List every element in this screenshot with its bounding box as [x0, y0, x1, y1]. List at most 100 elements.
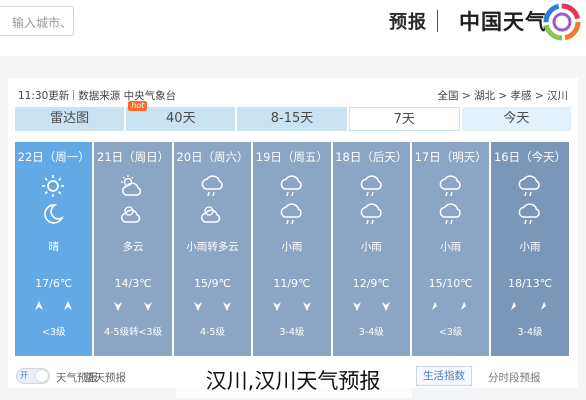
wind-arrow-icon [221, 300, 233, 314]
cloud-rain-icon [515, 202, 543, 226]
breadcrumb-item[interactable]: 汉川 [547, 90, 568, 102]
temperature-range: 17/6℃ [35, 277, 73, 290]
day-date: 19日（周五） [255, 150, 328, 164]
weather-condition: 小雨 [519, 241, 541, 253]
cloud-rain-icon [277, 202, 305, 226]
wind-level: 4-5级转<3级 [104, 327, 163, 338]
breadcrumb-sep: > [534, 90, 544, 102]
data-source: 数据来源 中央气象台 [78, 90, 177, 102]
temperature-range: 15/10℃ [428, 277, 473, 290]
weather-condition: 小雨 [360, 241, 382, 253]
day-date: 22日（周一） [17, 150, 90, 164]
tab-label: 40天 [166, 111, 196, 126]
cloud-rain-icon [198, 174, 226, 198]
day-column[interactable]: 18日（后天） 小雨 12/9℃ 3-4级 [332, 142, 410, 356]
wind-arrow-icon [112, 300, 124, 314]
breadcrumb-item[interactable]: 全国 [438, 90, 459, 102]
tab-radar[interactable]: 雷达图 [15, 107, 125, 131]
day-columns: 22日（周一） 晴 17/6℃ <3级 21日（周日） 多云 14/3℃ 4-5级转<3级 20… [15, 142, 571, 356]
cloud-rain-icon [277, 174, 305, 198]
sun-icon [39, 174, 67, 198]
wind-level: 3-4级 [358, 327, 384, 338]
tab-7-days[interactable]: 7天 [348, 107, 460, 131]
update-info: 11:30更新 数据来源 中央气象台 [18, 88, 176, 103]
wind-arrow-icon [430, 300, 442, 314]
wind-direction [112, 300, 153, 314]
wind-arrow-icon [33, 300, 45, 314]
weather-condition: 多云 [122, 241, 144, 253]
city-search-input[interactable]: 输入城市、 [0, 6, 74, 36]
day-date: 18日（后天） [335, 150, 408, 164]
temperature-range: 11/9℃ [273, 277, 311, 290]
weather-condition: 小雨转多云 [186, 241, 239, 253]
partly-cloudy-icon [198, 202, 226, 226]
wind-arrow-icon [142, 300, 154, 314]
breadcrumb-sep: > [498, 90, 508, 102]
brand-logo-icon[interactable] [543, 3, 581, 41]
wind-arrow-icon [271, 300, 283, 314]
update-time: 11:30更新 [18, 90, 70, 102]
wind-arrow-icon [459, 300, 471, 314]
site-header: 输入城市、 预报 中国天气 [0, 0, 586, 56]
wind-direction [33, 300, 74, 314]
wind-direction [271, 300, 312, 314]
wind-arrow-icon [509, 300, 521, 314]
day-date: 17日（明天） [414, 150, 487, 164]
wind-arrow-icon [351, 300, 363, 314]
cloud-rain-icon [515, 174, 543, 198]
forecast-nav-link[interactable]: 预报 [389, 8, 427, 34]
moon-icon [39, 202, 67, 226]
weather-condition: 小雨 [281, 241, 303, 253]
breadcrumb-item[interactable]: 湖北 [474, 90, 495, 102]
cloud-rain-icon [436, 174, 464, 198]
day-column[interactable]: 17日（明天） 小雨 15/10℃ <3级 [411, 142, 490, 356]
day-column[interactable]: 21日（周日） 多云 14/3℃ 4-5级转<3级 [94, 142, 172, 356]
tab-today[interactable]: 今天 [461, 107, 572, 131]
wind-arrow-icon [539, 300, 551, 314]
day-column[interactable]: 22日（周一） 晴 17/6℃ <3级 [15, 142, 93, 356]
temperature-range: 14/3℃ [114, 277, 152, 290]
temperature-range: 15/9℃ [193, 277, 231, 290]
temperature-range: 18/13℃ [508, 277, 553, 290]
day-date: 16日（今天） [493, 150, 567, 164]
wind-level: <3级 [438, 327, 463, 338]
wind-level: 4-5级 [199, 327, 225, 338]
breadcrumb-sep: > [461, 90, 471, 102]
wind-level: 3-4级 [517, 327, 543, 338]
wind-direction [351, 300, 392, 314]
wind-direction [509, 300, 550, 314]
cloud-rain-icon [436, 202, 464, 226]
cloud-rain-icon [357, 202, 385, 226]
wind-arrow-icon [380, 300, 392, 314]
day-date: 20日（周六） [176, 150, 249, 164]
wind-direction [430, 300, 471, 314]
weather-condition: 小雨 [440, 241, 462, 253]
tab-8-15-days[interactable]: 8-15天 [237, 107, 347, 131]
day-date: 21日（周日） [97, 150, 170, 164]
day-column[interactable]: 19日（周五） 小雨 11/9℃ 3-4级 [253, 142, 331, 356]
cloud-rain-icon [357, 174, 385, 198]
breadcrumb-item[interactable]: 孝感 [511, 90, 532, 102]
partly-cloudy-sun-icon [118, 174, 146, 198]
partly-cloudy-icon [118, 202, 146, 226]
weather-condition: 晴 [48, 241, 59, 253]
tab-40-days[interactable]: hot 40天 [126, 101, 236, 131]
wind-arrow-icon [301, 300, 313, 314]
meta-row: 11:30更新 数据来源 中央气象台 全国 > 湖北 > 孝感 > 汉川 [8, 86, 578, 104]
brand-name: 中国天气 [459, 10, 547, 34]
hot-badge: hot [128, 101, 148, 111]
header-divider [437, 10, 438, 32]
search-placeholder: 输入城市、 [12, 16, 73, 30]
forecast-panel: 11:30更新 数据来源 中央气象台 全国 > 湖北 > 孝感 > 汉川 雷达图 … [8, 78, 578, 388]
image-caption: 汉川,汉川天气预报 [205, 369, 381, 393]
wind-direction [192, 300, 233, 314]
wind-level: <3级 [41, 327, 66, 338]
wind-level: 3-4级 [279, 327, 305, 338]
forecast-tabs: 雷达图 hot 40天 8-15天 7天 今天 [15, 101, 572, 131]
day-column[interactable]: 16日（今天） 小雨 18/13℃ 3-4级 [491, 142, 569, 356]
wind-arrow-icon [62, 300, 74, 314]
day-column[interactable]: 20日（周六） 小雨转多云 15/9℃ 4-5级 [173, 142, 252, 356]
temperature-range: 12/9℃ [352, 277, 390, 290]
breadcrumb: 全国 > 湖北 > 孝感 > 汉川 [438, 88, 569, 103]
wind-arrow-icon [192, 300, 204, 314]
